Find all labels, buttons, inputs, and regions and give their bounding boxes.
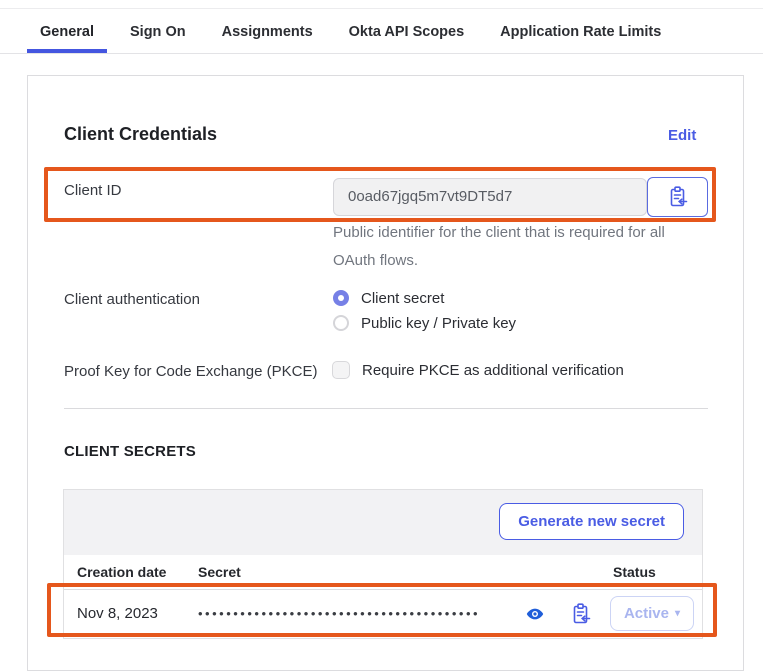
client-secrets-title: CLIENT SECRETS xyxy=(64,443,196,460)
radio-selected-icon[interactable] xyxy=(333,290,349,306)
header-creation-date: Creation date xyxy=(77,555,166,590)
header-secret: Secret xyxy=(198,555,241,590)
radio-option-public-private-key[interactable]: Public key / Private key xyxy=(333,312,516,334)
tab-sign-on[interactable]: Sign On xyxy=(117,10,199,53)
okta-app-settings-screen: General Sign On Assignments Okta API Sco… xyxy=(0,0,763,672)
reveal-secret-button[interactable] xyxy=(525,604,545,624)
top-divider xyxy=(0,8,763,9)
table-toolbar: Generate new secret xyxy=(64,490,702,555)
table-header-row: Creation date Secret Status xyxy=(64,555,702,590)
checkbox-unchecked-icon[interactable] xyxy=(332,361,350,379)
radio-option-client-secret[interactable]: Client secret xyxy=(333,287,444,309)
pkce-option[interactable]: Require PKCE as additional verification xyxy=(332,359,624,381)
copy-secret-button[interactable] xyxy=(571,603,591,625)
radio-unselected-icon[interactable] xyxy=(333,315,349,331)
clipboard-copy-icon xyxy=(668,186,688,208)
masked-secret-cell: •••••••••••••••••••••••••••••••••••••••• xyxy=(198,590,480,638)
creation-date-cell: Nov 8, 2023 xyxy=(77,590,158,638)
edit-link[interactable]: Edit xyxy=(668,127,696,144)
pkce-option-label: Require PKCE as additional verification xyxy=(362,362,624,379)
tab-bar: General Sign On Assignments Okta API Sco… xyxy=(0,10,763,54)
tab-application-rate-limits[interactable]: Application Rate Limits xyxy=(487,10,674,53)
client-secrets-table: Generate new secret Creation date Secret… xyxy=(63,489,703,639)
client-authentication-label: Client authentication xyxy=(64,291,200,308)
tab-general[interactable]: General xyxy=(27,10,107,53)
tab-okta-api-scopes[interactable]: Okta API Scopes xyxy=(336,10,478,53)
header-status: Status xyxy=(613,555,656,590)
status-label: Active xyxy=(624,605,669,622)
eye-icon xyxy=(525,604,545,624)
generate-new-secret-button[interactable]: Generate new secret xyxy=(499,503,684,540)
clipboard-copy-icon xyxy=(571,603,591,625)
pkce-label: Proof Key for Code Exchange (PKCE) xyxy=(64,363,317,380)
tab-assignments[interactable]: Assignments xyxy=(209,10,326,53)
chevron-down-icon: ▾ xyxy=(675,608,680,619)
section-title: Client Credentials xyxy=(64,124,217,145)
status-dropdown-button[interactable]: Active ▾ xyxy=(610,596,694,631)
client-id-help-text: Public identifier for the client that is… xyxy=(333,219,665,275)
table-row: Nov 8, 2023 ••••••••••••••••••••••••••••… xyxy=(64,590,702,638)
client-credentials-card: Client Credentials Edit Client ID 0oad67… xyxy=(27,75,744,671)
section-divider xyxy=(64,408,708,409)
copy-client-id-button[interactable] xyxy=(647,177,708,217)
client-id-label: Client ID xyxy=(64,182,122,199)
radio-label: Client secret xyxy=(361,290,444,307)
radio-label: Public key / Private key xyxy=(361,315,516,332)
client-id-value[interactable]: 0oad67jgq5m7vt9DT5d7 xyxy=(333,178,647,216)
